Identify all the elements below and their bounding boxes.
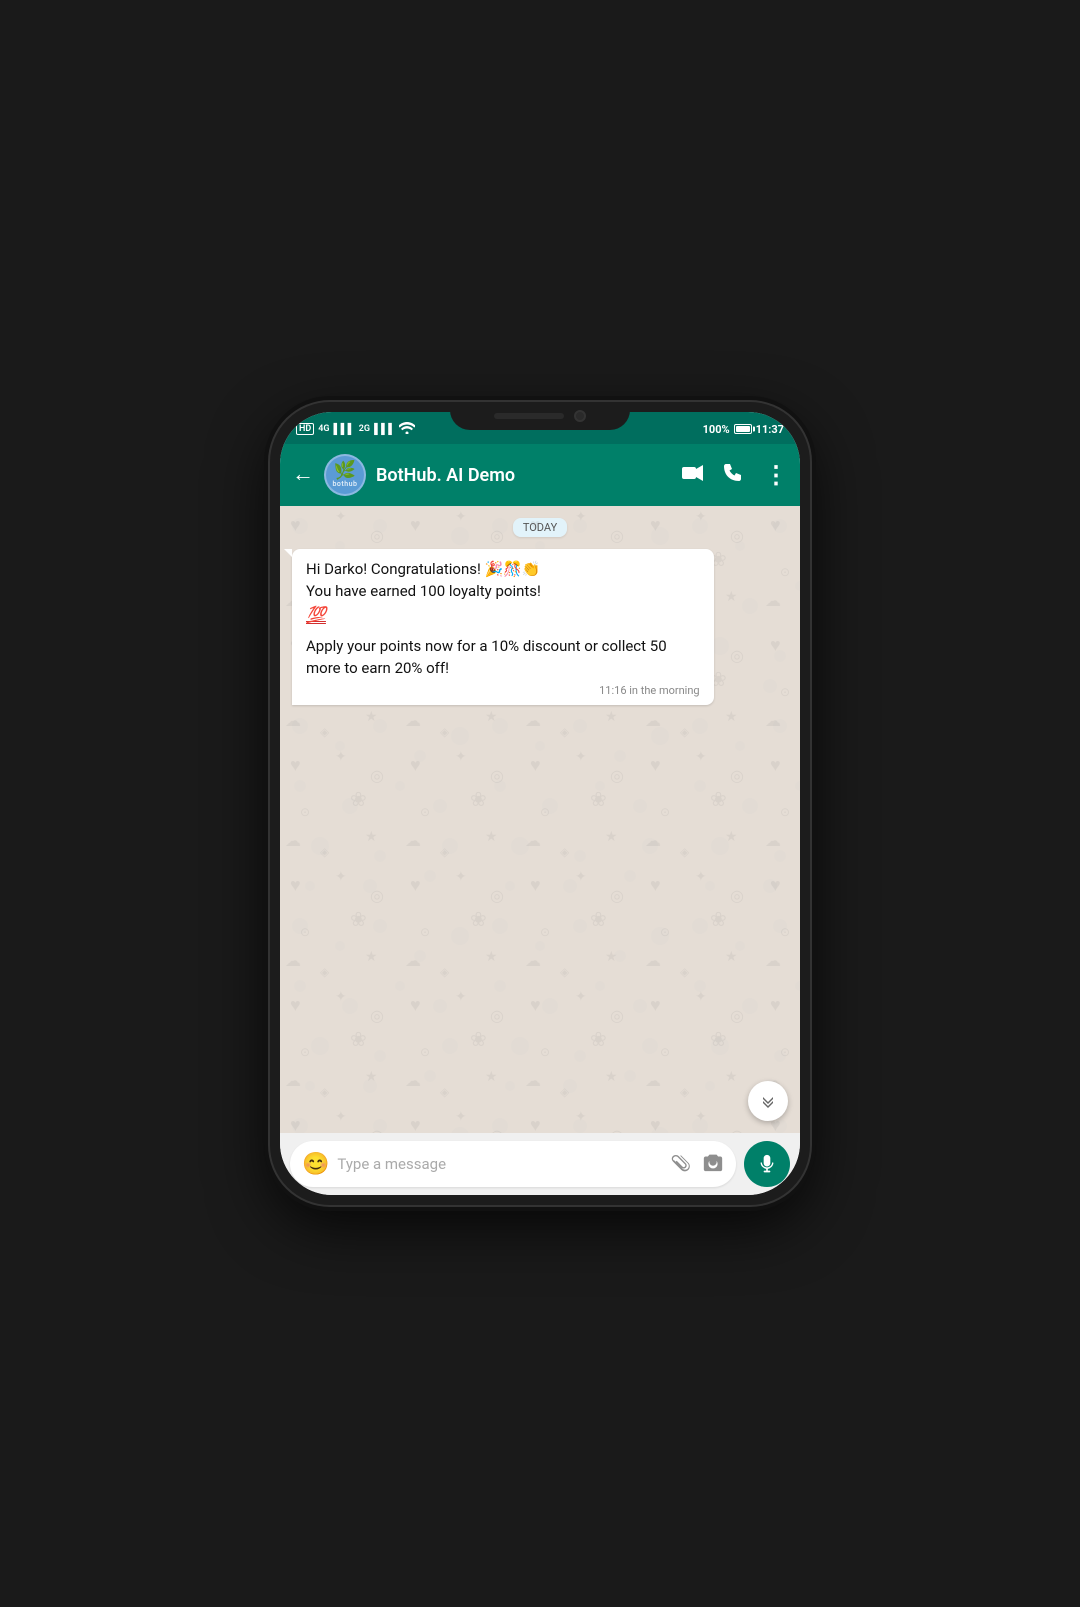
- phone-screen: HD 4G ▌▌▌ 2G ▌▌▌ 100% 11:37: [280, 412, 800, 1195]
- message-bubble: Hi Darko! Congratulations! 🎉🎊👏 You have …: [292, 549, 714, 705]
- avatar-leaf-icon: 🌿: [334, 462, 356, 480]
- clock: 11:37: [756, 423, 784, 436]
- front-camera: [574, 410, 586, 422]
- voice-message-button[interactable]: [744, 1141, 790, 1187]
- message-timestamp: 11:16 in the morning: [306, 684, 700, 697]
- avatar[interactable]: 🌿 bothub: [324, 454, 366, 496]
- status-left: HD 4G ▌▌▌ 2G ▌▌▌: [296, 422, 415, 437]
- message-discount: Apply your points now for a 10% discount…: [306, 636, 700, 680]
- contact-name[interactable]: BotHub. AI Demo: [376, 465, 672, 486]
- message-input-container[interactable]: 😊 Type a message: [290, 1141, 736, 1187]
- battery-percent: 100%: [703, 423, 730, 436]
- camera-icon[interactable]: [702, 1151, 724, 1178]
- chat-header: ← 🌿 bothub BotHub. AI Demo: [280, 444, 800, 506]
- date-badge-text: TODAY: [513, 518, 567, 537]
- more-options-icon[interactable]: ⋮: [764, 461, 788, 489]
- voice-call-icon[interactable]: [724, 463, 744, 488]
- network-4g: 4G: [318, 424, 329, 434]
- message-input[interactable]: Type a message: [337, 1155, 664, 1173]
- wifi-icon: [399, 422, 415, 437]
- points-emoji: 💯: [306, 605, 326, 624]
- attach-icon[interactable]: [666, 1147, 701, 1182]
- network-2g: 2G: [359, 424, 370, 434]
- message-line2: You have earned 100 loyalty points!: [306, 582, 541, 600]
- signal-bars-2: ▌▌▌: [374, 424, 395, 435]
- back-button[interactable]: ←: [292, 464, 314, 486]
- message-text: Hi Darko! Congratulations! 🎉🎊👏 You have …: [306, 559, 700, 626]
- avatar-label: bothub: [332, 480, 357, 488]
- video-call-icon[interactable]: [682, 465, 704, 486]
- message-line3: Apply your points now for a 10% discount…: [306, 637, 667, 677]
- header-action-icons: ⋮: [682, 461, 788, 489]
- battery-icon: [734, 424, 752, 434]
- speaker: [494, 413, 564, 419]
- chat-area: ♥ ✦ ◎ ⊙ ❀ ☁ ★ ◈ TODAY: [280, 506, 800, 1133]
- emoji-button[interactable]: 😊: [302, 1152, 329, 1177]
- scroll-down-button[interactable]: [748, 1081, 788, 1121]
- phone-notch: [450, 402, 630, 430]
- input-bar: 😊 Type a message: [280, 1133, 800, 1195]
- status-right: 100% 11:37: [703, 423, 784, 436]
- message-line1: Hi Darko! Congratulations! 🎉🎊👏: [306, 560, 541, 578]
- date-badge: TODAY: [292, 518, 788, 537]
- received-message: Hi Darko! Congratulations! 🎉🎊👏 You have …: [292, 549, 714, 705]
- hd-icon: HD: [296, 423, 314, 435]
- phone-frame: HD 4G ▌▌▌ 2G ▌▌▌ 100% 11:37: [270, 402, 810, 1205]
- signal-bars-1: ▌▌▌: [334, 424, 355, 435]
